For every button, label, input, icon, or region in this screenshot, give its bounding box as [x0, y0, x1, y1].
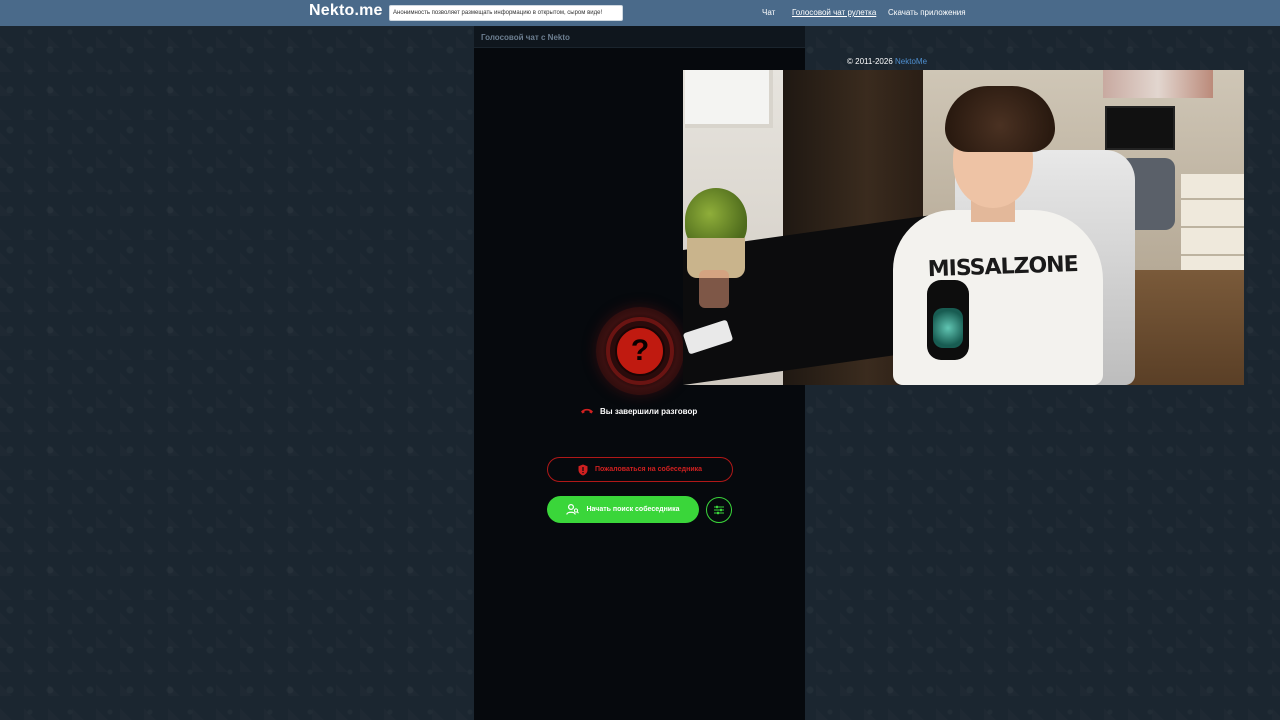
sliders-icon [714, 505, 724, 515]
webcam-video: MISSALZONE [683, 70, 1244, 385]
hang-up-phone-icon [581, 408, 593, 414]
site-logo[interactable]: Nekto.me [309, 2, 383, 20]
start-button-label: Начать поиск собеседника [586, 506, 680, 513]
copyright: © 2011-2026 NektoMe [847, 57, 927, 66]
nav-link-voice-roulette[interactable]: Голосовой чат рулетка [792, 8, 876, 17]
shield-icon [578, 464, 588, 475]
top-header: Nekto.me Анонимность позволяет размещать… [0, 0, 1280, 26]
panel-title: Голосовой чат с Nekto [474, 26, 805, 48]
call-status-text: Вы завершили разговор [600, 406, 698, 416]
nav-link-chat[interactable]: Чат [762, 8, 775, 17]
start-search-button[interactable]: Начать поиск собеседника [547, 496, 699, 523]
notice-field[interactable]: Анонимность позволяет размещать информац… [389, 5, 623, 21]
report-user-button[interactable]: Пожаловаться на собеседника [547, 457, 733, 482]
nav-link-download-apps[interactable]: Скачать приложения [888, 8, 966, 17]
copyright-text: © 2011-2026 [847, 57, 893, 66]
user-search-icon [566, 504, 580, 515]
status-indicator: ? [596, 307, 684, 395]
search-settings-button[interactable] [706, 497, 732, 523]
call-status: Вы завершили разговор [580, 404, 697, 418]
brand-link[interactable]: NektoMe [895, 57, 927, 66]
report-button-label: Пожаловаться на собеседника [594, 466, 703, 473]
question-mark-icon: ? [615, 326, 665, 376]
